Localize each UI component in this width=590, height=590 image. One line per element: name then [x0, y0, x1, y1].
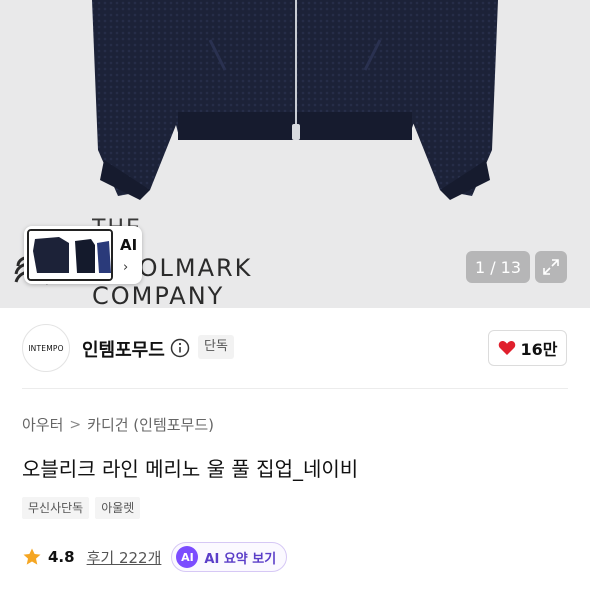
chevron-right-icon: ›	[123, 260, 129, 275]
image-counter: 1 / 13	[466, 251, 530, 283]
ai-icon: AI	[176, 546, 199, 568]
brand-logo-text: INTEMPO	[28, 343, 64, 353]
star-icon	[23, 548, 41, 565]
breadcrumb-item-cardigan[interactable]: 카디건 (인템포무드)	[87, 414, 214, 435]
brand-row: INTEMPO 인템포무드 단독 16만	[0, 318, 590, 380]
divider	[22, 388, 568, 389]
rating-value: 4.8	[48, 548, 75, 566]
chevron-right-icon: >	[69, 416, 82, 433]
breadcrumb: 아우터 > 카디건 (인템포무드)	[22, 414, 214, 435]
like-button[interactable]: 16만	[488, 330, 567, 366]
rating-row: 4.8 후기 222개 AI AI 요약 보기	[22, 542, 288, 572]
heart-icon	[498, 341, 515, 355]
product-tags: 무신사단독 아울렛	[22, 497, 141, 519]
exclusive-badge: 단독	[198, 335, 234, 359]
expand-button[interactable]	[535, 251, 567, 283]
thumbnail-ai-label: AI	[120, 236, 138, 254]
ai-thumbnail-card[interactable]: AI ›	[24, 226, 142, 284]
product-image-gallery[interactable]: THE WOOLMARK COMPANY AI › 1 / 13	[0, 0, 590, 308]
like-count: 16만	[520, 340, 558, 359]
expand-icon	[543, 259, 559, 275]
review-count-link[interactable]: 후기 222개	[87, 547, 162, 568]
breadcrumb-item-outer[interactable]: 아우터	[22, 414, 63, 435]
product-title: 오블리크 라인 메리노 울 풀 집업_네이비	[22, 457, 359, 481]
info-icon[interactable]	[170, 338, 190, 358]
ai-summary-label: AI 요약 보기	[204, 551, 277, 567]
ai-summary-button[interactable]: AI AI 요약 보기	[171, 542, 288, 572]
tag-outlet: 아울렛	[95, 497, 141, 519]
brand-logo[interactable]: INTEMPO	[22, 324, 70, 372]
brand-name[interactable]: 인템포무드	[82, 336, 165, 362]
tag-musinsa-exclusive: 무신사단독	[22, 497, 90, 519]
thumbnail-image	[27, 229, 113, 281]
